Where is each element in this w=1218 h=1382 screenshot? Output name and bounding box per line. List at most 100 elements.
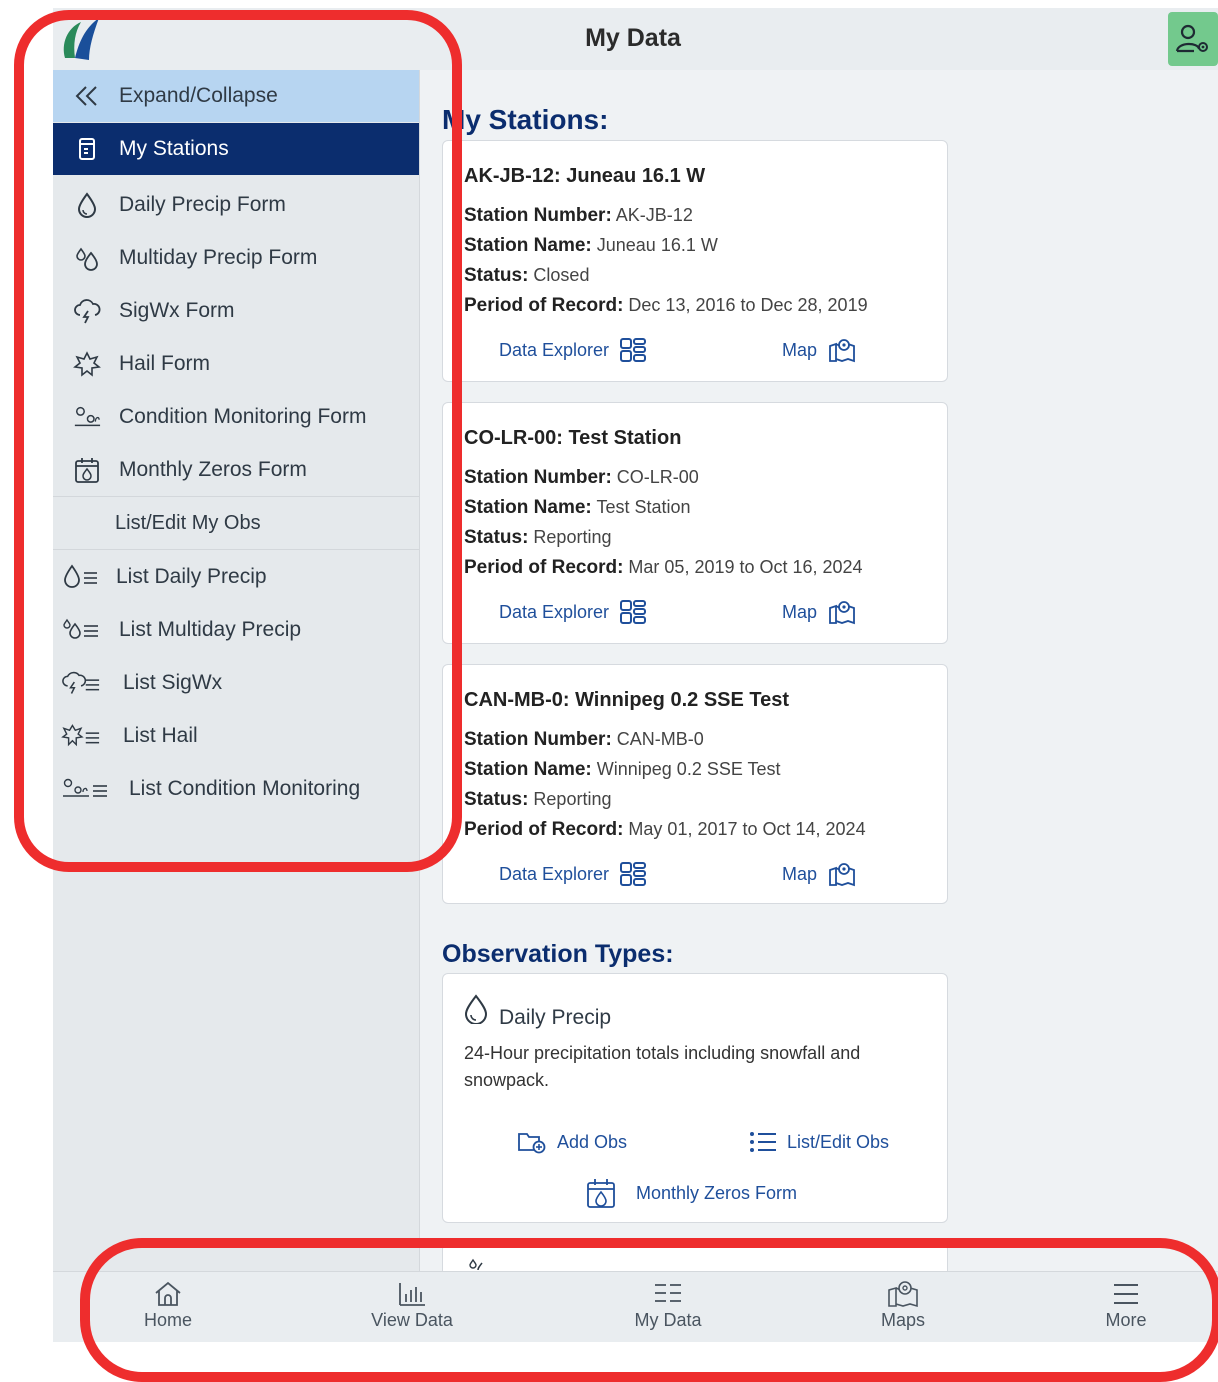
map-link[interactable]: Map bbox=[782, 337, 857, 363]
sidebar-item-sigwx-form[interactable]: SigWx Form bbox=[53, 285, 419, 337]
hail-icon bbox=[73, 350, 101, 378]
field-label: Period of Record: bbox=[464, 295, 624, 316]
station-number-row: Station Number: CO-LR-00 bbox=[464, 467, 699, 489]
list-storm-cloud-icon bbox=[61, 669, 101, 697]
nav-label: Home bbox=[143, 1310, 192, 1330]
expand-collapse-button[interactable]: Expand/Collapse bbox=[53, 70, 419, 122]
map-pin-icon bbox=[829, 339, 855, 363]
station-name: Winnipeg 0.2 SSE Test bbox=[596, 759, 781, 779]
station-period: May 01, 2017 to Oct 14, 2024 bbox=[628, 819, 866, 839]
station-status: Reporting bbox=[533, 789, 612, 809]
nav-view-data[interactable]: View Data bbox=[352, 1280, 472, 1340]
station-status-row: Status: Closed bbox=[464, 265, 589, 287]
stations-heading: My Stations: bbox=[442, 104, 609, 135]
calendar-drop-icon bbox=[73, 456, 101, 484]
condition-icon bbox=[73, 403, 101, 431]
station-status-row: Status: Reporting bbox=[464, 527, 611, 549]
sidebar-item-condition-monitoring-form[interactable]: Condition Monitoring Form bbox=[53, 391, 419, 443]
grid-icon bbox=[620, 338, 647, 362]
data-explorer-label: Data Explorer bbox=[499, 339, 610, 360]
stations-icon bbox=[73, 135, 101, 163]
sidebar-item-label: Condition Monitoring Form bbox=[119, 405, 367, 428]
logo-icon[interactable] bbox=[59, 14, 101, 66]
map-label: Map bbox=[782, 863, 818, 884]
list-icon bbox=[750, 1132, 776, 1152]
sidebar-item-monthly-zeros-form[interactable]: Monthly Zeros Form bbox=[53, 444, 419, 496]
nav-my-data[interactable]: My Data bbox=[608, 1280, 728, 1340]
station-card: CO-LR-00: Test Station Station Number: C… bbox=[442, 402, 948, 644]
sidebar-item-my-stations[interactable]: My Stations bbox=[53, 123, 419, 175]
bottom-nav-bar: Home View Data My Data Maps More bbox=[53, 1271, 1218, 1342]
map-pin-icon bbox=[829, 601, 855, 625]
observation-type-card: Daily Precip 24-Hour precipitation total… bbox=[442, 973, 948, 1223]
field-label: Station Name: bbox=[464, 235, 592, 256]
station-status-row: Status: Reporting bbox=[464, 789, 611, 811]
data-explorer-link[interactable]: Data Explorer bbox=[499, 337, 647, 363]
list-multi-drop-icon bbox=[61, 616, 101, 644]
field-label: Period of Record: bbox=[464, 819, 624, 840]
station-number: AK-JB-12 bbox=[615, 205, 693, 225]
sidebar-item-daily-precip-form[interactable]: Daily Precip Form bbox=[53, 179, 419, 231]
sidebar-item-list-sigwx[interactable]: List SigWx bbox=[53, 657, 419, 709]
multi-drop-icon bbox=[469, 1258, 483, 1271]
monthly-zeros-button[interactable]: Monthly Zeros Form bbox=[586, 1177, 797, 1209]
sidebar: Expand/Collapse My Stations Daily Precip… bbox=[53, 70, 420, 1271]
main-content: My Stations: AK-JB-12: Juneau 16.1 W Sta… bbox=[420, 70, 1218, 1271]
station-name: Juneau 16.1 W bbox=[596, 235, 718, 255]
station-number: CO-LR-00 bbox=[616, 467, 699, 487]
sidebar-item-label: List SigWx bbox=[123, 671, 223, 694]
sidebar-item-label: My Stations bbox=[119, 137, 229, 160]
sidebar-item-hail-form[interactable]: Hail Form bbox=[53, 338, 419, 390]
field-label: Station Name: bbox=[464, 759, 592, 780]
storm-cloud-icon bbox=[73, 297, 101, 325]
user-settings-button[interactable] bbox=[1168, 12, 1218, 66]
list-edit-obs-button[interactable]: List/Edit Obs bbox=[749, 1130, 889, 1154]
multi-drop-icon bbox=[73, 244, 101, 272]
nav-label: Maps bbox=[880, 1310, 925, 1330]
sidebar-item-list-multiday-precip[interactable]: List Multiday Precip bbox=[53, 604, 419, 656]
sidebar-item-label: List Hail bbox=[123, 724, 198, 747]
sidebar-item-list-condition-monitoring[interactable]: List Condition Monitoring bbox=[53, 763, 419, 815]
field-label: Status: bbox=[464, 789, 529, 810]
grid-icon bbox=[620, 600, 647, 624]
nav-maps[interactable]: Maps bbox=[843, 1280, 963, 1340]
station-period-row: Period of Record: Dec 13, 2016 to Dec 28… bbox=[464, 295, 868, 317]
home-icon bbox=[155, 1281, 181, 1306]
add-obs-label: Add Obs bbox=[557, 1131, 628, 1152]
map-link[interactable]: Map bbox=[782, 861, 857, 887]
nav-more[interactable]: More bbox=[1066, 1280, 1186, 1340]
station-number-row: Station Number: AK-JB-12 bbox=[464, 205, 693, 227]
add-obs-button[interactable]: Add Obs bbox=[517, 1130, 627, 1154]
field-label: Status: bbox=[464, 265, 529, 286]
sidebar-item-label: List Condition Monitoring bbox=[129, 777, 361, 800]
sidebar-item-multiday-precip-form[interactable]: Multiday Precip Form bbox=[53, 232, 419, 284]
page-title: My Data bbox=[585, 24, 681, 52]
nav-home[interactable]: Home bbox=[108, 1280, 228, 1340]
sidebar-item-label: List Multiday Precip bbox=[119, 618, 302, 641]
data-explorer-label: Data Explorer bbox=[499, 863, 610, 884]
field-label: Station Number: bbox=[464, 729, 612, 750]
section-label: List/Edit My Obs bbox=[115, 511, 261, 534]
list-hail-icon bbox=[61, 722, 101, 750]
top-bar: My Data bbox=[53, 8, 1218, 70]
map-label: Map bbox=[782, 601, 818, 622]
station-title: AK-JB-12: Juneau 16.1 W bbox=[464, 165, 706, 187]
map-label: Map bbox=[782, 339, 818, 360]
data-explorer-link[interactable]: Data Explorer bbox=[499, 861, 647, 887]
sidebar-item-list-daily-precip[interactable]: List Daily Precip bbox=[53, 551, 419, 603]
data-explorer-link[interactable]: Data Explorer bbox=[499, 599, 647, 625]
sidebar-item-label: SigWx Form bbox=[119, 299, 235, 322]
nav-label: My Data bbox=[634, 1310, 702, 1330]
list-grid-icon bbox=[655, 1284, 681, 1302]
observation-types-heading: Observation Types: bbox=[442, 940, 674, 968]
map-icon bbox=[888, 1281, 918, 1308]
station-title: CAN-MB-0: Winnipeg 0.2 SSE Test bbox=[464, 689, 790, 711]
field-label: Station Number: bbox=[464, 205, 612, 226]
user-gear-icon bbox=[1175, 24, 1208, 53]
station-period: Mar 05, 2019 to Oct 16, 2024 bbox=[628, 557, 863, 577]
sidebar-item-list-hail[interactable]: List Hail bbox=[53, 710, 419, 762]
station-number: CAN-MB-0 bbox=[616, 729, 704, 749]
map-link[interactable]: Map bbox=[782, 599, 857, 625]
observation-type-title: Daily Precip bbox=[499, 1006, 612, 1029]
station-number-row: Station Number: CAN-MB-0 bbox=[464, 729, 704, 751]
